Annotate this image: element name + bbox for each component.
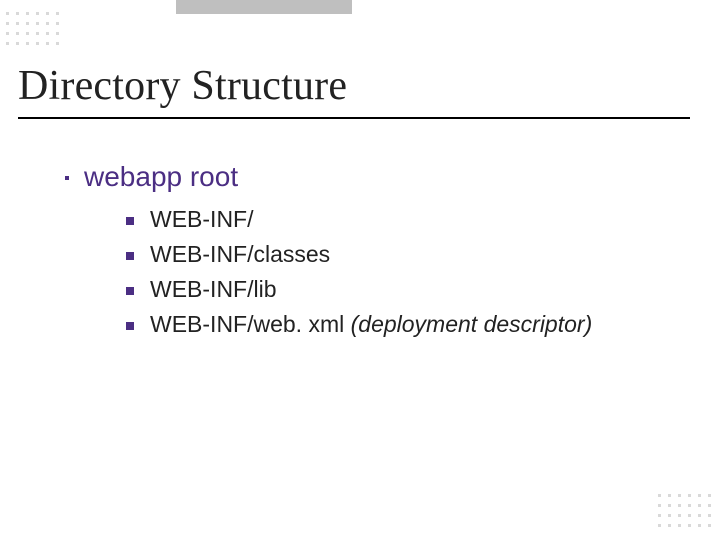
decorative-dots-bottom-right xyxy=(658,494,714,530)
list-item-level2: WEB-INF/web. xml (deployment descriptor) xyxy=(126,311,592,338)
slide: Directory Structure webapp root WEB-INF/… xyxy=(0,0,720,540)
level2-text: WEB-INF/ xyxy=(150,206,254,233)
list-item-level2: WEB-INF/classes xyxy=(126,241,592,268)
diamond-bullet-icon xyxy=(60,171,74,185)
square-bullet-icon xyxy=(126,217,134,225)
header-shadow-bar xyxy=(176,0,352,14)
list-item-level1: webapp root xyxy=(60,161,238,193)
square-bullet-icon xyxy=(126,287,134,295)
decorative-dots-top-left xyxy=(6,12,62,48)
title-underline xyxy=(18,117,690,119)
level2-text: WEB-INF/web. xml (deployment descriptor) xyxy=(150,311,592,338)
list-item-level2: WEB-INF/ xyxy=(126,206,592,233)
square-bullet-icon xyxy=(126,322,134,330)
level2-text: WEB-INF/classes xyxy=(150,241,330,268)
level1-text: webapp root xyxy=(84,161,238,193)
slide-title: Directory Structure xyxy=(18,62,347,110)
list-item-level2: WEB-INF/lib xyxy=(126,276,592,303)
level2-text: WEB-INF/lib xyxy=(150,276,277,303)
level2-list: WEB-INF/ WEB-INF/classes WEB-INF/lib WEB… xyxy=(126,206,592,346)
square-bullet-icon xyxy=(126,252,134,260)
